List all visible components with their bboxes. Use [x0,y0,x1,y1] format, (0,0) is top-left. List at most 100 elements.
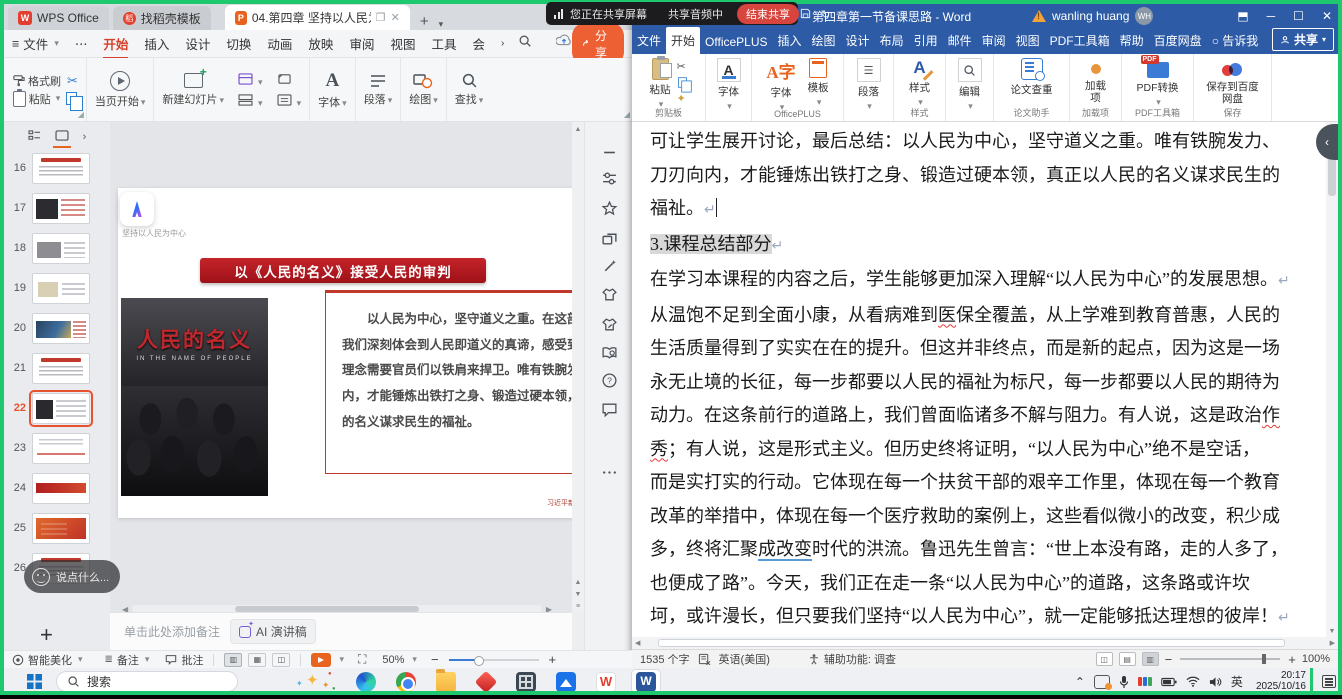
slide-thumbnail-row-23[interactable]: 23 [4,430,110,466]
document-text[interactable]: 可让学生展开讨论，最后总结：以人民为中心，坚守道义之重。唯有铁腕发力、刀刃向内，… [650,125,1318,636]
avatar[interactable]: WH [1135,7,1153,25]
previous-slide-arrow-icon[interactable]: ▲ [572,579,584,586]
wps-menu-视图[interactable]: 视图 [382,30,423,57]
notification-center-icon[interactable] [1322,675,1336,688]
officeplus-font-button[interactable]: A字 字体▾ [766,58,795,113]
document-line[interactable]: 福祉。↵ [650,192,1318,228]
wps-zoom-value[interactable]: 50% [382,654,404,666]
paragraph-button[interactable]: 段落▾ [364,91,393,107]
word-tab-视图[interactable]: 视图 [1011,27,1045,54]
screen-record-badge-icon[interactable] [1094,675,1110,689]
slide-thumbnail[interactable] [32,353,90,384]
wps-menu-切换[interactable]: 切换 [218,30,259,57]
file-menu[interactable]: ≡文件▾ [4,30,67,57]
group-expand-icon[interactable]: ◢ [624,110,630,119]
word-account[interactable]: wanling huang WH [1032,7,1153,25]
word-tab-告诉我[interactable]: ○ 告诉我 [1207,27,1264,54]
popout-window-icon[interactable]: ❐ [376,11,386,24]
word-tab-文件[interactable]: 文件 [632,27,666,54]
taskbar-app-chrome-icon[interactable] [392,670,420,693]
word-tab-邮件[interactable]: 邮件 [943,27,977,54]
panel-expand-chevron-icon[interactable]: › [83,131,87,143]
slide-thumbnail-row-18[interactable]: 18 [4,230,110,266]
taskbar-app-gem-icon[interactable] [472,670,500,693]
web-layout-button[interactable]: ▥ [1142,652,1159,666]
word-count[interactable]: 1535 个字 [640,651,690,667]
settings-sliders-icon[interactable] [599,168,619,188]
word-tab-OfficePLUS[interactable]: OfficePLUS [700,30,772,54]
slide-thumbnail-row-20[interactable]: 20 [4,310,110,346]
close-button[interactable]: ✕ [1322,9,1332,23]
poster-image[interactable]: 人民的名义 IN THE NAME OF PEOPLE [121,298,268,496]
format-painter-button[interactable]: 格式刷 [12,73,61,89]
outline-view-icon[interactable] [28,130,41,144]
cut-scissors-icon[interactable]: ✂ [677,60,688,73]
play-current-button[interactable]: 当页开始▾ [95,93,146,109]
slide-pager-icon[interactable]: ≡ [572,603,584,610]
more-menu-icon[interactable]: ⋯ [67,32,96,55]
smart-beautify-button[interactable]: 智能美化▾ [12,652,83,668]
book-search-icon[interactable] [599,342,619,362]
document-line[interactable]: 改革的举措中，体现在每一个医疗救助的案例上，这些看似微小的改变，积少成 [650,500,1318,534]
word-tab-百度网盘[interactable]: 百度网盘 [1149,27,1207,54]
design-shirt-pen-icon[interactable] [599,314,619,334]
find-button[interactable]: 查找▾ [455,91,484,107]
wps-zoom-slider[interactable] [449,659,539,661]
slide-view-icon[interactable] [55,130,69,144]
read-mode-button[interactable]: ◫ [1096,652,1113,666]
word-tab-PDF工具箱[interactable]: PDF工具箱 [1045,27,1115,54]
slide-section-icon[interactable]: ▾ [238,94,263,109]
wps-home-tab[interactable]: W WPS Office [8,6,109,30]
addins-button[interactable]: 加载项 [1081,58,1111,104]
wps-menu-工具[interactable]: 工具 [423,30,464,57]
slide-text-box[interactable]: 以人民为中心，坚守道义之重。在这部电视剧中，我们深刻体会到人民即道义的真谛，感受… [325,290,572,474]
slide-thumbnail-row-17[interactable]: 17 [4,190,110,226]
wps-menu-会[interactable]: 会 [464,30,493,57]
cut-scissors-icon[interactable]: ✂ [67,73,78,89]
scroll-left-arrow-icon[interactable]: ◀ [632,639,640,647]
volume-icon[interactable] [1209,676,1222,688]
language-status[interactable]: 英语(美国) [719,651,770,667]
copilot-sparkle-icon[interactable]: ✦ ✦ ✦ ● ● [292,670,338,693]
document-line[interactable]: 动力。在这条前行的道路上，我们曾面临诸多不解与阻力。有人说，这是政治作 [650,399,1318,433]
play-options-chevron-icon[interactable]: ▾ [339,654,344,665]
copy-icon[interactable] [678,77,687,87]
menu-overflow-chevron-icon[interactable]: › [493,34,512,53]
reset-slide-icon[interactable] [277,73,302,88]
notes-toggle-button[interactable]: ≣ 备注▾ [105,652,150,668]
zoom-out-button[interactable]: − [431,652,439,667]
slide-thumbnail-row-22[interactable]: 22 [4,390,110,426]
slide-canvas[interactable]: 坚持以人民为中心 第四章 坚持 以《人民的名义》接受人民的审判 人民的名义 IN… [110,122,572,650]
ai-speech-button[interactable]: AI 演讲稿 [230,619,316,644]
document-line[interactable]: 永无止境的长征，每一步都要以人民的福祉为标尺，每一步都要以人民的期待为 [650,366,1318,400]
star-icon[interactable] [599,198,619,218]
end-share-button[interactable]: 结束共享 [737,4,799,24]
fullscreen-icon[interactable]: ⛶ [358,652,366,667]
notes-placeholder[interactable]: 单击此处添加备注 [124,623,220,640]
wps-menu-审阅[interactable]: 审阅 [341,30,382,57]
taskbar-app-calculator-icon[interactable] [512,670,540,693]
tray-chevron-up-icon[interactable]: ⌃ [1075,675,1085,689]
collapse-icon[interactable] [599,142,619,162]
proofing-icon[interactable] [698,653,711,665]
slide-thumbnail[interactable] [32,233,90,264]
document-line[interactable]: 在学习本课程的内容之后，学生能够更加深入理解“以人民为中心”的发展思想。↵ [650,263,1318,299]
battery-icon[interactable] [1161,677,1177,687]
font-button[interactable]: 字体▾ [318,94,347,110]
document-tab[interactable]: P 04.第四章 坚持以人民为... ❐ ✕ [225,5,410,30]
taskbar-app-wps-icon[interactable] [592,670,620,693]
pdf-convert-button[interactable]: PDF转换▾ [1137,58,1179,108]
word-zoom-slider[interactable] [1180,658,1280,660]
paper-check-button[interactable]: 论文查重 [1011,58,1053,97]
save-icon[interactable] [800,8,811,19]
taskbar-app-explorer-icon[interactable] [432,670,460,693]
transition-shapes-icon[interactable] [599,228,619,248]
document-line[interactable]: 秀；有人说，这是形式主义。但历史终将证明，“以人民为中心”绝不是空话， [650,433,1318,467]
draw-button[interactable]: 绘图▾ [409,91,438,107]
taskbar-app-word-icon[interactable] [632,670,660,693]
docer-template-tab[interactable]: 稻 找稻壳模板 [113,6,211,30]
officeplus-template-button[interactable]: 模板▾ [808,58,829,108]
paste-button[interactable]: 粘贴▾ [650,58,671,110]
word-share-button[interactable]: 共享▾ [1272,28,1334,51]
microphone-icon[interactable] [1119,675,1129,689]
